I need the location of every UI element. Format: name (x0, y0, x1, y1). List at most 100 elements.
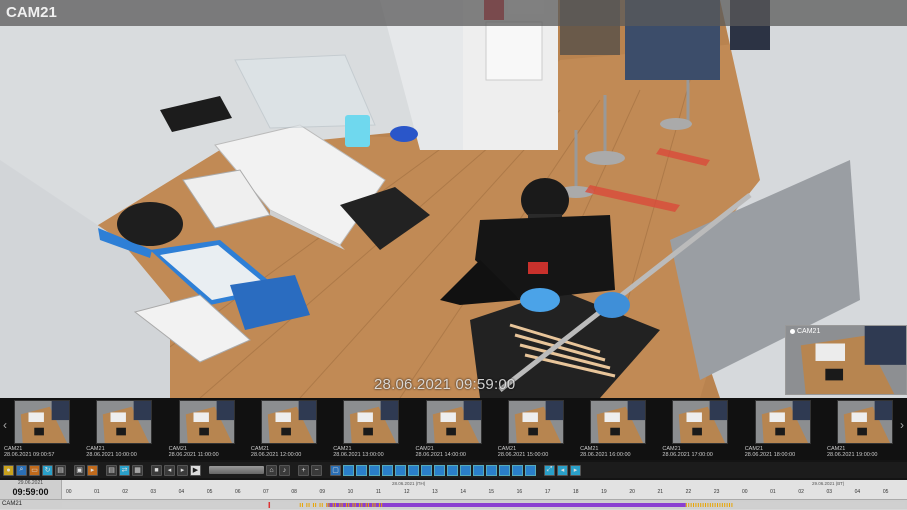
step-forward-icon[interactable]: ▸ (177, 464, 188, 476)
timeline-ruler[interactable]: 28.06.2021 (ПН) 29.06.2021 (ВТ) 00 01 02 03… (62, 480, 907, 499)
layout-grid-buttons (343, 464, 536, 476)
folder-icon[interactable]: ▭ (29, 464, 40, 476)
info-icon (790, 329, 795, 334)
event-marker (719, 503, 721, 507)
event-marker (695, 503, 697, 507)
layout-grid-icon[interactable] (395, 464, 406, 476)
hour-tick-label: 03 (826, 489, 833, 495)
layout-grid-icon[interactable] (421, 464, 432, 476)
thumbnail-item[interactable]: CAM21 28.06.2021 10:00:00 (84, 400, 166, 458)
event-marker (326, 503, 328, 507)
volume-icon[interactable]: ♪ (279, 464, 290, 476)
event-marker (321, 503, 323, 507)
hour-tick-label: 21 (657, 489, 664, 495)
layout-grid-icon[interactable] (356, 464, 367, 476)
thumbnail-item[interactable]: CAM21 28.06.2021 15:00:00 (496, 400, 578, 458)
export-icon[interactable]: ▤ (55, 464, 66, 476)
current-datetime: 29.06.2021 09:59:00 (0, 480, 62, 499)
event-marker (721, 503, 723, 507)
hour-tick-label: 12 (404, 489, 410, 495)
layout-grid-icon[interactable] (499, 464, 510, 476)
event-marker (299, 503, 301, 507)
event-marker (308, 503, 310, 507)
thumbnail-item[interactable]: CAM21 28.06.2021 14:00:00 (414, 400, 496, 458)
layout-1x1-icon[interactable]: ▢ (330, 464, 341, 476)
stop-icon[interactable]: ■ (151, 464, 162, 476)
timeline-row-label: CAM21 (2, 501, 23, 507)
hour-tick-label: 08 (291, 489, 297, 495)
layout-grid-icon[interactable] (525, 464, 536, 476)
layout-grid-icon[interactable] (382, 464, 393, 476)
layout-grid-icon[interactable] (447, 464, 458, 476)
thumbnail-image (672, 400, 729, 444)
pip-scene-image (786, 326, 906, 394)
hour-tick-label: 09 (319, 489, 326, 495)
layout-grid-icon[interactable] (512, 464, 523, 476)
next-event-icon[interactable]: ▸ (570, 464, 581, 476)
event-marker (359, 503, 361, 507)
event-marker (697, 503, 699, 507)
search-icon[interactable]: ⌕ (16, 464, 27, 476)
thumbnail-item[interactable]: CAM21 28.06.2021 13:00:00 (331, 400, 413, 458)
thumbnail-time: 28.06.2021 14:00:00 (415, 452, 466, 458)
snapshot-icon[interactable]: ▣ (74, 464, 85, 476)
fullscreen-icon[interactable]: ⤢ (544, 464, 555, 476)
thumbnail-item[interactable]: CAM21 28.06.2021 17:00:00 (660, 400, 742, 458)
thumbnail-time: 28.06.2021 18:00:00 (744, 452, 796, 458)
event-marker (685, 503, 687, 507)
layout-icon[interactable]: ▦ (132, 464, 143, 476)
layout-grid-icon[interactable] (369, 464, 380, 476)
bookmark-icon[interactable]: ▸ (87, 464, 98, 476)
event-marker (319, 503, 321, 507)
event-marker (714, 503, 716, 507)
event-marker (306, 503, 308, 507)
osd-timestamp: 28.06.2021 09:59:00 (374, 376, 516, 393)
layout-grid-icon[interactable] (434, 464, 445, 476)
pip-preview[interactable]: CAM21 (785, 325, 907, 395)
prev-event-icon[interactable]: ◂ (557, 464, 568, 476)
main-camera-view[interactable]: CAM21 28.06.2021 09:59:00 CAM21 (0, 0, 907, 398)
speed-slider[interactable] (209, 466, 264, 474)
hour-tick-label: 02 (122, 489, 128, 495)
hour-tick-label: 07 (263, 489, 269, 495)
thumbnails-next-icon[interactable]: › (897, 418, 907, 432)
layout-grid-icon[interactable] (473, 464, 484, 476)
layout-grid-icon[interactable] (343, 464, 354, 476)
play-button[interactable]: ▶ (190, 464, 201, 476)
event-marker (707, 503, 709, 507)
thumbnail-item[interactable]: CAM21 28.06.2021 18:00:00 (743, 400, 825, 458)
thumbnail-strip: ‹ CAM21 28.06.2021 09:00:57 CAM21 28.06.202… (0, 398, 907, 460)
alarm-bell-icon[interactable]: ● (3, 464, 14, 476)
layout-grid-icon[interactable] (460, 464, 471, 476)
event-marker (731, 503, 733, 507)
event-marker (332, 503, 334, 507)
thumbnail-time: 28.06.2021 09:00:57 (4, 452, 55, 458)
event-marker (378, 503, 380, 507)
hour-tick-label: 01 (770, 489, 776, 495)
thumbnail-item[interactable]: CAM21 28.06.2021 12:00:00 (249, 400, 331, 458)
hour-tick-label: 00 (66, 489, 72, 495)
recording-track[interactable] (62, 502, 905, 508)
event-marker (365, 503, 367, 507)
camera-scene-image (0, 0, 907, 398)
step-back-icon[interactable]: ◂ (164, 464, 175, 476)
lock-icon[interactable]: ⌂ (266, 464, 277, 476)
frame-back-icon[interactable]: ▤ (106, 464, 117, 476)
thumbnail-item[interactable]: CAM21 28.06.2021 09:00:57 (2, 400, 84, 458)
refresh-icon[interactable]: ↻ (42, 464, 53, 476)
zoom-out-icon[interactable]: − (311, 464, 322, 476)
thumbnail-time: 28.06.2021 19:00:00 (827, 452, 878, 458)
sync-playback-icon[interactable]: ⇄ (119, 464, 130, 476)
thumbnail-item[interactable]: CAM21 28.06.2021 16:00:00 (578, 400, 660, 458)
camera-title: CAM21 (6, 4, 57, 21)
timeline-panel: 29.06.2021 09:59:00 28.06.2021 (ПН) 29.0… (0, 480, 907, 510)
thumbnail-item[interactable]: CAM21 28.06.2021 19:00:00 (825, 400, 907, 458)
thumbnail-item[interactable]: CAM21 28.06.2021 11:00:00 (167, 400, 249, 458)
layout-grid-icon[interactable] (486, 464, 497, 476)
zoom-in-icon[interactable]: + (298, 464, 309, 476)
camera-title-bar: CAM21 (0, 0, 907, 26)
thumbnail-time: 28.06.2021 11:00:00 (168, 452, 219, 458)
layout-grid-icon[interactable] (408, 464, 419, 476)
recording-bar (268, 502, 733, 508)
hour-tick-label: 18 (573, 489, 579, 495)
